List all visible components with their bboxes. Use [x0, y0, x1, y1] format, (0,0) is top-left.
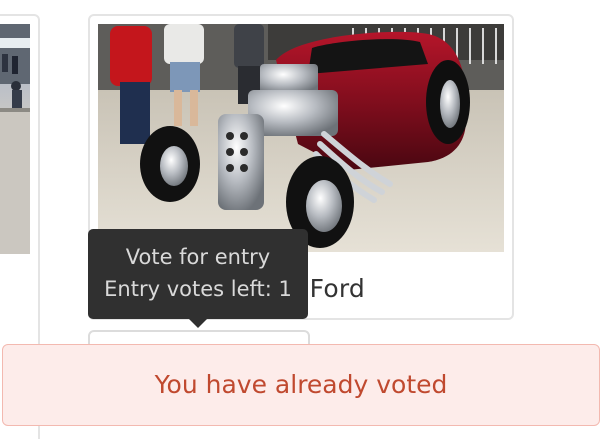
entry-photo-previous[interactable]: [0, 24, 30, 254]
contest-entries-view: 1934 Ford Vote for entry Entry votes lef…: [0, 0, 604, 439]
tooltip-action-text: Vote for entry: [125, 245, 271, 269]
already-voted-alert: You have already voted: [2, 344, 600, 426]
tooltip-votes-left-text: Entry votes left: 1: [104, 277, 292, 301]
vote-tooltip: Vote for entry Entry votes left: 1: [88, 229, 308, 328]
entry-photo[interactable]: [98, 24, 504, 252]
tooltip-arrow: [188, 318, 208, 328]
